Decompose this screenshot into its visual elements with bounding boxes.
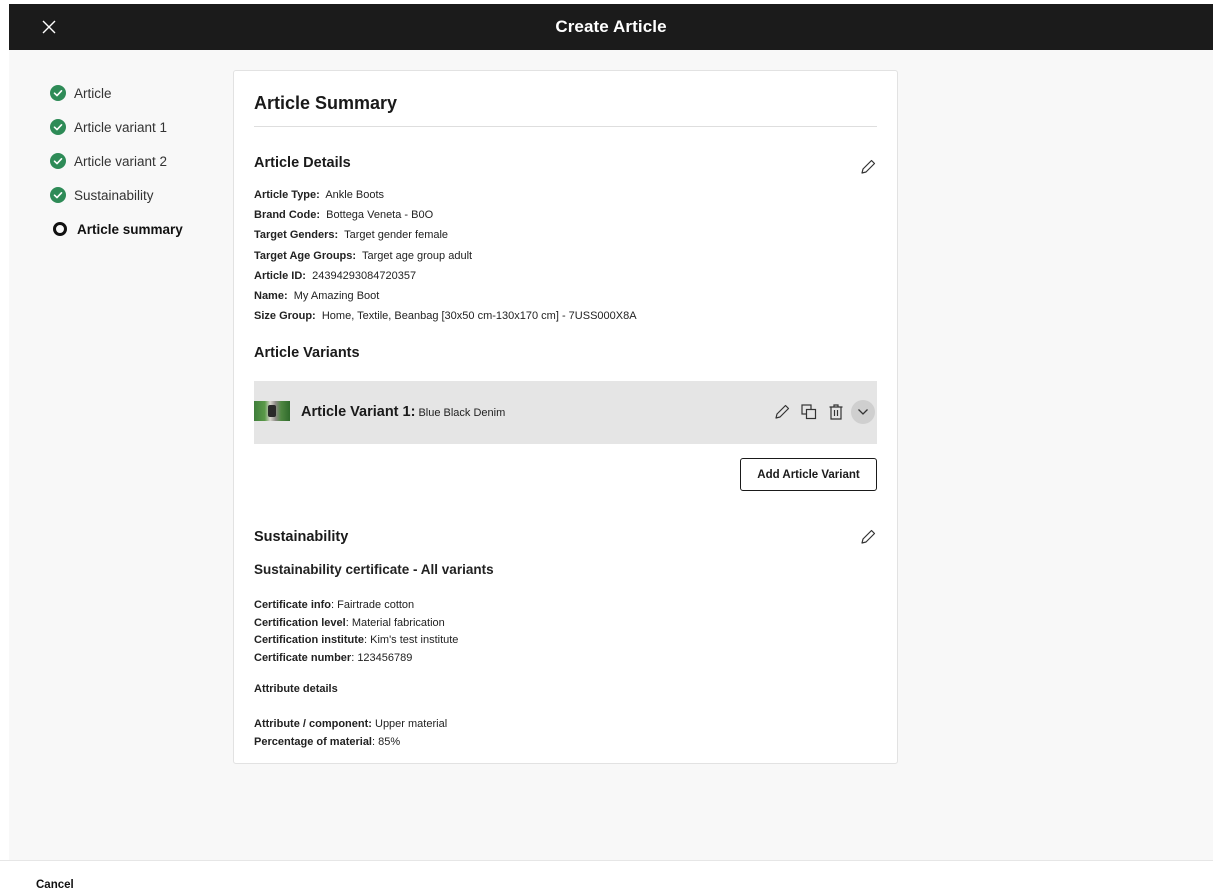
- detail-row: Target Age Groups: Target age group adul…: [254, 246, 637, 266]
- check-circle-icon: [50, 85, 66, 101]
- sustainability-heading: Sustainability: [254, 529, 349, 545]
- attribute-row: Attribute / component: Upper material: [254, 716, 447, 734]
- step-article-summary[interactable]: Article summary: [50, 212, 183, 246]
- variant-title: Article Variant 1: Blue Black Denim: [301, 404, 505, 420]
- article-details-list: Article Type: Ankle Boots Brand Code: Bo…: [254, 185, 637, 326]
- add-article-variant-button[interactable]: Add Article Variant: [740, 458, 877, 491]
- edit-variant-pencil-icon[interactable]: [772, 402, 792, 422]
- certificate-label: Certification institute: [254, 634, 365, 646]
- certificate-label: Certificate number: [254, 651, 352, 664]
- detail-value: Bottega Veneta - B0O: [326, 209, 434, 222]
- step-label: Article summary: [77, 221, 183, 237]
- attribute-list: Attribute / component: Upper material Pe…: [254, 716, 447, 751]
- detail-row: Name: My Amazing Boot: [254, 286, 637, 306]
- attribute-label: Attribute / component:: [254, 718, 372, 730]
- step-label: Article variant 1: [74, 119, 168, 135]
- certificate-list: Certificate info: Fairtrade cotton Certi…: [254, 597, 458, 667]
- cancel-button[interactable]: Cancel: [36, 879, 74, 891]
- detail-value: Ankle Boots: [325, 189, 385, 201]
- expand-button[interactable]: [851, 400, 875, 424]
- chevron-down-icon: [858, 409, 868, 415]
- attribute-value: : 85%: [372, 735, 401, 748]
- check-circle-icon: [50, 119, 66, 135]
- certificate-value: : Kim's test institute: [364, 634, 459, 646]
- detail-label: Size Group:: [254, 310, 316, 323]
- certificate-value: : Material fabrication: [345, 616, 445, 629]
- article-details-heading: Article Details: [254, 155, 351, 171]
- modal: Create Article Article Article variant 1…: [9, 4, 1213, 860]
- footer: Cancel: [0, 860, 1213, 893]
- check-circle-icon: [50, 153, 66, 169]
- certificate-row: Certificate info: Fairtrade cotton: [254, 597, 458, 615]
- detail-row: Brand Code: Bottega Veneta - B0O: [254, 205, 637, 225]
- trash-icon[interactable]: [826, 402, 846, 422]
- step-label: Article variant 2: [74, 153, 168, 169]
- step-label: Article: [74, 85, 112, 101]
- detail-value: 24394293084720357: [312, 269, 417, 282]
- top-bar: Create Article: [9, 4, 1213, 50]
- divider: [254, 126, 877, 127]
- stepper: Article Article variant 1 Article varian…: [50, 76, 183, 246]
- certificate-row: Certification institute: Kim's test inst…: [254, 632, 458, 650]
- check-circle-icon: [50, 187, 66, 203]
- attribute-details-heading: Attribute details: [254, 683, 338, 695]
- detail-row: Size Group: Home, Textile, Beanbag [30x5…: [254, 306, 637, 326]
- article-variants-heading: Article Variants: [254, 345, 360, 361]
- variant-value: Blue Black Denim: [418, 407, 506, 419]
- certificate-label: Certificate info: [254, 599, 332, 611]
- step-article-variant-2[interactable]: Article variant 2: [50, 144, 183, 178]
- detail-label: Brand Code:: [254, 209, 320, 222]
- attribute-value: Upper material: [371, 718, 448, 730]
- variant-thumbnail: [254, 401, 290, 421]
- detail-row: Target Genders: Target gender female: [254, 225, 637, 245]
- certificate-label: Certification level: [254, 616, 346, 629]
- edit-details-pencil-icon[interactable]: [858, 157, 878, 177]
- duplicate-icon[interactable]: [799, 402, 819, 422]
- edit-sustainability-pencil-icon[interactable]: [858, 527, 878, 547]
- step-article-variant-1[interactable]: Article variant 1: [50, 110, 183, 144]
- certificate-row: Certification level: Material fabricatio…: [254, 615, 458, 633]
- detail-label: Name:: [254, 290, 288, 303]
- step-article[interactable]: Article: [50, 76, 183, 110]
- certificate-row: Certificate number: 123456789: [254, 650, 458, 668]
- certificate-value: : 123456789: [351, 651, 413, 664]
- detail-value: Home, Textile, Beanbag [30x50 cm-130x170…: [321, 310, 637, 323]
- step-sustainability[interactable]: Sustainability: [50, 178, 183, 212]
- detail-row: Article ID: 24394293084720357: [254, 266, 637, 286]
- variant-row[interactable]: Article Variant 1: Blue Black Denim: [254, 381, 877, 444]
- attribute-label: Percentage of material: [254, 735, 372, 748]
- current-step-icon: [53, 222, 67, 236]
- detail-label: Article ID:: [254, 269, 306, 282]
- step-label: Sustainability: [74, 187, 154, 203]
- summary-card: Article Summary Article Details Article …: [233, 70, 898, 764]
- page-title: Create Article: [555, 17, 667, 36]
- summary-title: Article Summary: [254, 93, 398, 113]
- detail-value: My Amazing Boot: [293, 290, 380, 303]
- detail-label: Target Genders:: [254, 229, 339, 242]
- variant-label: Article Variant 1:: [301, 404, 416, 420]
- detail-value: Target gender female: [344, 229, 449, 242]
- detail-label: Article Type:: [254, 189, 320, 201]
- detail-value: Target age group adult: [361, 249, 473, 262]
- detail-label: Target Age Groups:: [254, 249, 357, 262]
- detail-row: Article Type: Ankle Boots: [254, 185, 637, 205]
- certificate-value: : Fairtrade cotton: [331, 599, 415, 611]
- certificate-heading: Sustainability certificate - All variant…: [254, 562, 494, 577]
- attribute-row: Percentage of material: 85%: [254, 734, 447, 752]
